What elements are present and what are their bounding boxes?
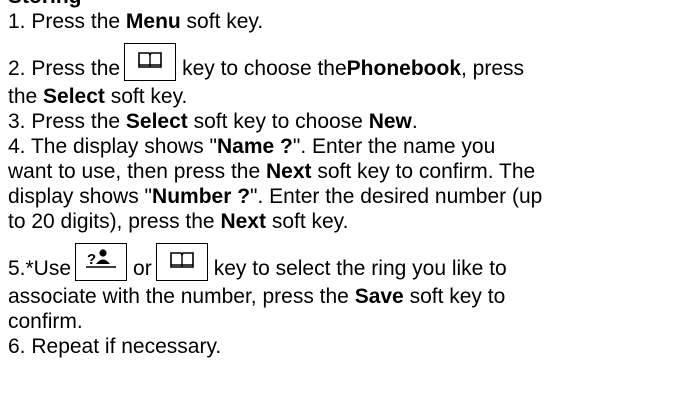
clipped-heading: Storing	[8, 0, 676, 9]
step-2-line-1: 2. Press the key to choose the Phonebook…	[8, 40, 676, 84]
step-4-line-2: want to use, then press the Next soft ke…	[8, 160, 536, 183]
phonebook-key-icon	[124, 43, 177, 81]
step-6: 6. Repeat if necessary.	[8, 335, 222, 358]
step-5-line-3: confirm.	[8, 310, 83, 333]
step-5-line-2: associate with the number, press the Sav…	[8, 285, 506, 308]
instruction-document: Storing 1. Press the Menu soft key. 2. P…	[8, 0, 676, 359]
step-4-line-4: to 20 digits), press the Next soft key.	[8, 210, 349, 233]
phonebook-key-icon	[155, 243, 208, 281]
step-5-line-1: 5.*Use ? or key to select the ring you l…	[8, 240, 676, 284]
question-person-key-icon: ?	[75, 243, 128, 281]
step-4-line-3: display shows "Number ?". Enter the desi…	[8, 185, 543, 208]
step-2-line-2: the Select soft key.	[8, 85, 188, 108]
step-4-line-1: 4. The display shows "Name ?". Enter the…	[8, 135, 496, 158]
svg-text:?: ?	[87, 251, 96, 268]
step-3: 3. Press the Select soft key to choose N…	[8, 110, 418, 133]
step-1: 1. Press the Menu soft key.	[8, 10, 264, 33]
heading-fragment: Storing	[8, 0, 82, 9]
